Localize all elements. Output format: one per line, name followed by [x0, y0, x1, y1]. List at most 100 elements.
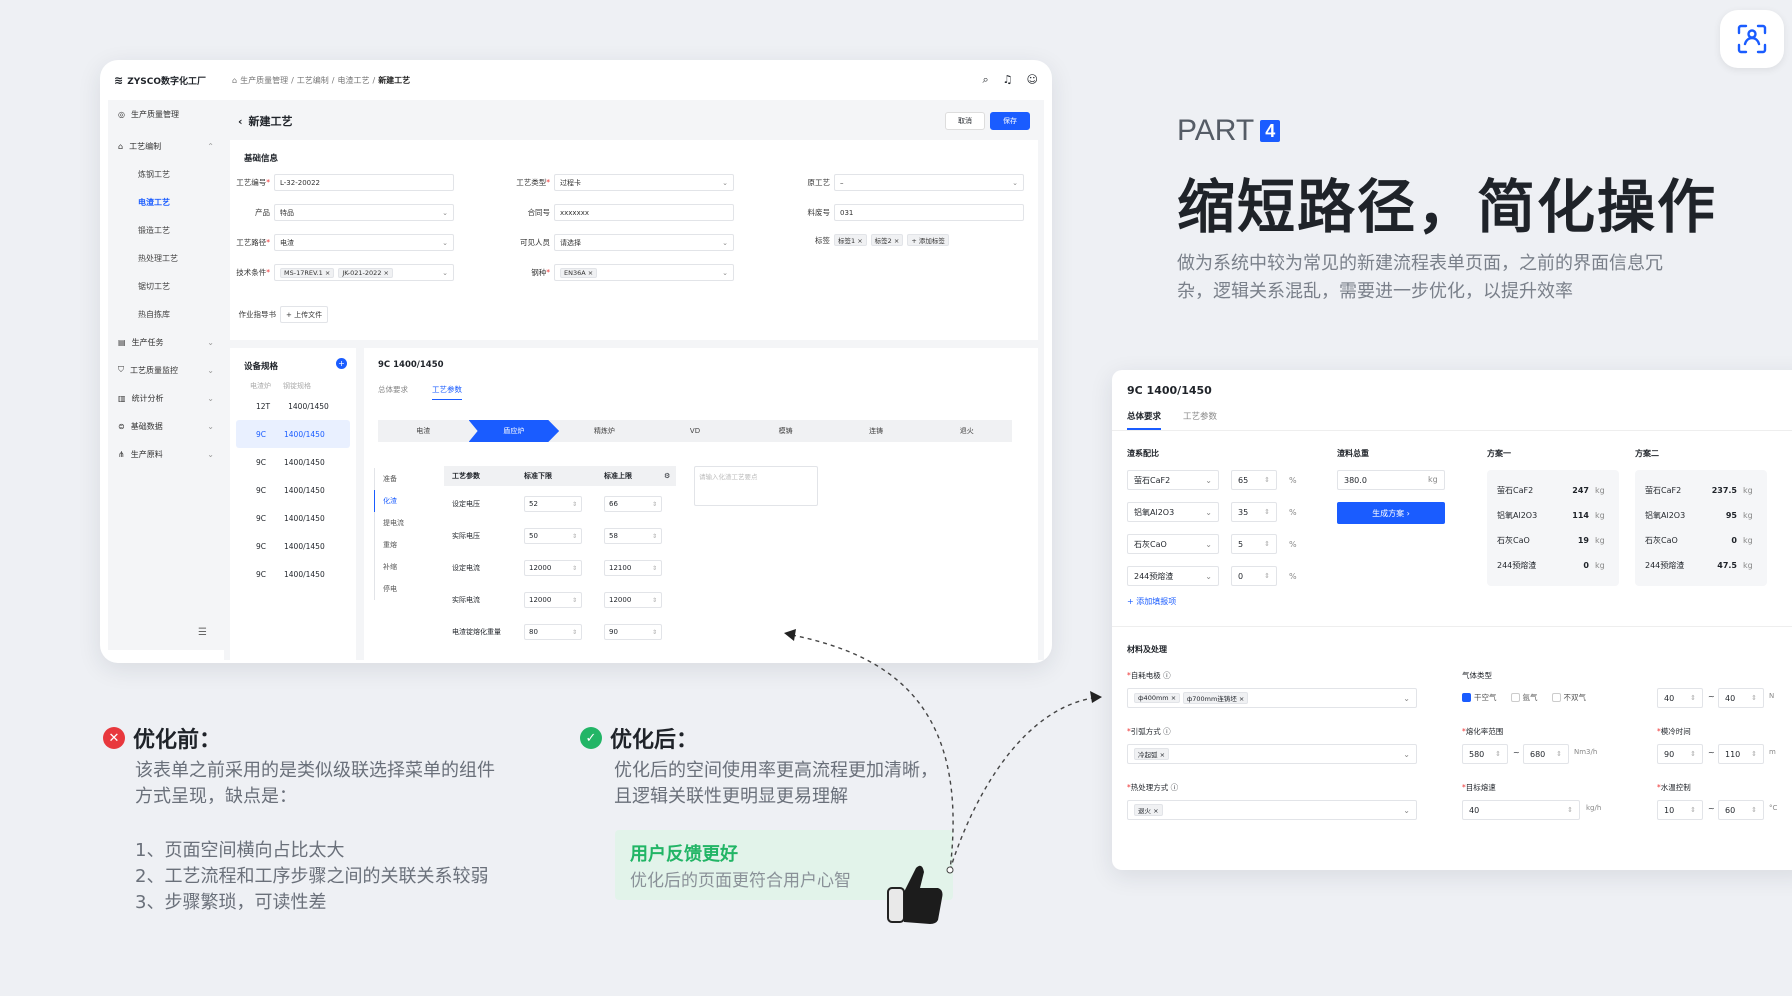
arc-select[interactable]: 冷起弧 × ⌄ — [1127, 744, 1417, 764]
sidebar-sub-item[interactable]: 炼钢工艺 — [108, 160, 224, 188]
scan-button[interactable] — [1720, 10, 1784, 68]
slag-material-select[interactable]: 244预熔渣 ⌄ — [1127, 566, 1219, 586]
slag-ratio-input[interactable]: 35 — [1231, 502, 1277, 522]
upload-button[interactable]: + 上传文件 — [280, 306, 329, 323]
sidebar-item-data[interactable]: ⊜ 基础数据 ⌄ — [108, 412, 224, 440]
back-icon[interactable]: ‹ — [238, 115, 243, 128]
process-step[interactable]: 模铸 — [740, 420, 831, 442]
gas-dry-air-checkbox[interactable]: 干空气 — [1462, 692, 1497, 703]
home-icon[interactable]: ⌂ — [232, 76, 237, 85]
tab-params[interactable]: 工艺参数 — [432, 384, 462, 400]
upper-limit-input[interactable]: 66 — [604, 496, 662, 512]
upper-limit-input[interactable]: 58 — [604, 528, 662, 544]
bell-icon[interactable]: ♫ — [1003, 73, 1013, 87]
electrode-select[interactable]: ф400mm × ф700mm连铸坯 × ⌄ — [1127, 688, 1417, 708]
equipment-row[interactable]: 9C 1400/1450 — [236, 532, 350, 560]
stage-item[interactable]: 准备 — [374, 468, 404, 490]
heat-treatment-select[interactable]: 退火 × ⌄ — [1127, 800, 1417, 820]
sidebar-item-stats[interactable]: ▥ 统计分析 ⌄ — [108, 384, 224, 412]
process-no-input[interactable]: L-32-20022 — [274, 174, 454, 191]
add-circle-icon[interactable]: + — [336, 358, 347, 369]
lower-limit-input[interactable]: 12000 — [524, 560, 582, 576]
gear-icon[interactable]: ⚙ — [664, 472, 670, 480]
sidebar-item-task[interactable]: ▤ 生产任务 ⌄ — [108, 328, 224, 356]
tag-chip[interactable]: MS-17REV.1 × — [280, 267, 335, 278]
process-step[interactable]: 退火 — [921, 420, 1012, 442]
plan-two-card[interactable]: 萤石CaF2 237.5 kg 铝氧Al2O3 95 kg 石灰CaO 0 kg 244预熔渣 47… — [1635, 470, 1767, 586]
contract-input[interactable]: xxxxxxx — [554, 204, 734, 221]
tag-chip[interactable]: 冷起弧 × — [1134, 748, 1170, 760]
sidebar-item-quality[interactable]: ◎ 生产质量管理 — [108, 100, 224, 128]
water-max-input[interactable]: 60 — [1718, 800, 1764, 820]
equipment-row[interactable]: 9C 1400/1450 — [236, 448, 350, 476]
process-step[interactable]: VD — [650, 420, 741, 442]
equipment-row[interactable]: 9C 1400/1450 — [236, 420, 350, 448]
note-textarea[interactable]: 请输入化渣工艺要点 — [694, 466, 818, 506]
tag-chip[interactable]: JK-021-2022 × — [338, 267, 393, 278]
lower-limit-input[interactable]: 52 — [524, 496, 582, 512]
cancel-button[interactable]: 取消 — [945, 112, 985, 130]
breadcrumb-item[interactable]: 生产质量管理 — [240, 75, 288, 86]
tag-chip[interactable]: ф400mm × — [1134, 693, 1181, 703]
stage-item[interactable]: 提电流 — [374, 512, 404, 534]
flow-min-input[interactable]: 580 — [1462, 744, 1508, 764]
flow-max-input[interactable]: 680 — [1523, 744, 1569, 764]
tag-chip[interactable]: 标签2 × — [870, 234, 904, 246]
collapse-icon[interactable]: ☰ — [198, 627, 207, 638]
gas-max-input[interactable]: 40 — [1718, 688, 1764, 708]
sidebar-sub-item[interactable]: 锯切工艺 — [108, 272, 224, 300]
equipment-row[interactable]: 9C 1400/1450 — [236, 476, 350, 504]
target-rate-input[interactable]: 40 — [1462, 800, 1580, 820]
equipment-row[interactable]: 12T 1400/1450 — [236, 392, 350, 420]
equipment-row[interactable]: 9C 1400/1450 — [236, 560, 350, 588]
steel-select[interactable]: EN36A × ⌄ — [554, 264, 734, 281]
upper-limit-input[interactable]: 90 — [604, 624, 662, 640]
breadcrumb-item[interactable]: 电渣工艺 — [337, 75, 369, 86]
slag-material-select[interactable]: 铝氧Al2O3 ⌄ — [1127, 502, 1219, 522]
tag-chip[interactable]: ф700mm连铸坯 × — [1182, 692, 1249, 704]
breadcrumb-item[interactable]: 工艺编制 — [297, 75, 329, 86]
tab-params[interactable]: 工艺参数 — [1183, 410, 1217, 430]
process-step[interactable]: 连铸 — [831, 420, 922, 442]
sidebar-sub-item[interactable]: 热自拣库 — [108, 300, 224, 328]
gas-other-checkbox[interactable]: 不双气 — [1551, 692, 1586, 703]
tab-overall[interactable]: 总体要求 — [1127, 410, 1162, 430]
water-min-input[interactable]: 10 — [1657, 800, 1703, 820]
stage-item[interactable]: 化渣 — [374, 490, 404, 512]
sidebar-item-process[interactable]: ⌂ 工艺编制 ⌃ — [108, 132, 224, 160]
gas-argon-checkbox[interactable]: 氩气 — [1510, 692, 1538, 703]
search-icon[interactable]: ⌕ — [982, 73, 988, 87]
user-icon[interactable]: ☺ — [1027, 73, 1038, 87]
slag-ratio-input[interactable]: 0 — [1231, 566, 1277, 586]
save-button[interactable]: 保存 — [990, 112, 1030, 130]
original-select[interactable]: – ⌄ — [834, 174, 1024, 191]
plan-one-card[interactable]: 萤石CaF2 247 kg 铝氧Al2O3 114 kg 石灰CaO 19 kg 244预熔渣 0 k… — [1487, 470, 1619, 586]
lower-limit-input[interactable]: 12000 — [524, 592, 582, 608]
lower-limit-input[interactable]: 50 — [524, 528, 582, 544]
generate-plan-button[interactable]: 生成方案 › — [1337, 502, 1445, 524]
cool-max-input[interactable]: 110 — [1718, 744, 1764, 764]
add-tag-button[interactable]: + 添加标签 — [907, 234, 949, 246]
visible-select[interactable]: 请选择 ⌄ — [554, 234, 734, 251]
upper-limit-input[interactable]: 12100 — [604, 560, 662, 576]
sidebar-item-material[interactable]: ⋔ 生产原料 ⌄ — [108, 440, 224, 468]
gas-min-input[interactable]: 40 — [1657, 688, 1703, 708]
tag-chip[interactable]: EN36A × — [560, 267, 598, 278]
stage-item[interactable]: 补缩 — [374, 556, 404, 578]
slag-ratio-input[interactable]: 5 — [1231, 534, 1277, 554]
tag-chip[interactable]: 退火 × — [1134, 804, 1163, 816]
stage-item[interactable]: 停电 — [374, 578, 404, 600]
product-select[interactable]: 特品 ⌄ — [274, 204, 454, 221]
cool-min-input[interactable]: 90 — [1657, 744, 1703, 764]
sidebar-sub-item[interactable]: 热处理工艺 — [108, 244, 224, 272]
route-select[interactable]: 电渣 ⌄ — [274, 234, 454, 251]
stock-input[interactable]: 031 — [834, 204, 1024, 221]
process-step[interactable]: 盾应炉 — [468, 420, 560, 442]
slag-ratio-input[interactable]: 65 — [1231, 470, 1277, 490]
tech-select[interactable]: MS-17REV.1 × JK-021-2022 × ⌄ — [274, 264, 454, 281]
sidebar-sub-item[interactable]: 锻造工艺 — [108, 216, 224, 244]
tab-overall[interactable]: 总体要求 — [378, 384, 408, 400]
add-field-button[interactable]: + 添加填报项 — [1127, 596, 1176, 607]
slag-material-select[interactable]: 萤石CaF2 ⌄ — [1127, 470, 1219, 490]
sidebar-sub-item-active[interactable]: 电渣工艺 — [108, 188, 224, 216]
